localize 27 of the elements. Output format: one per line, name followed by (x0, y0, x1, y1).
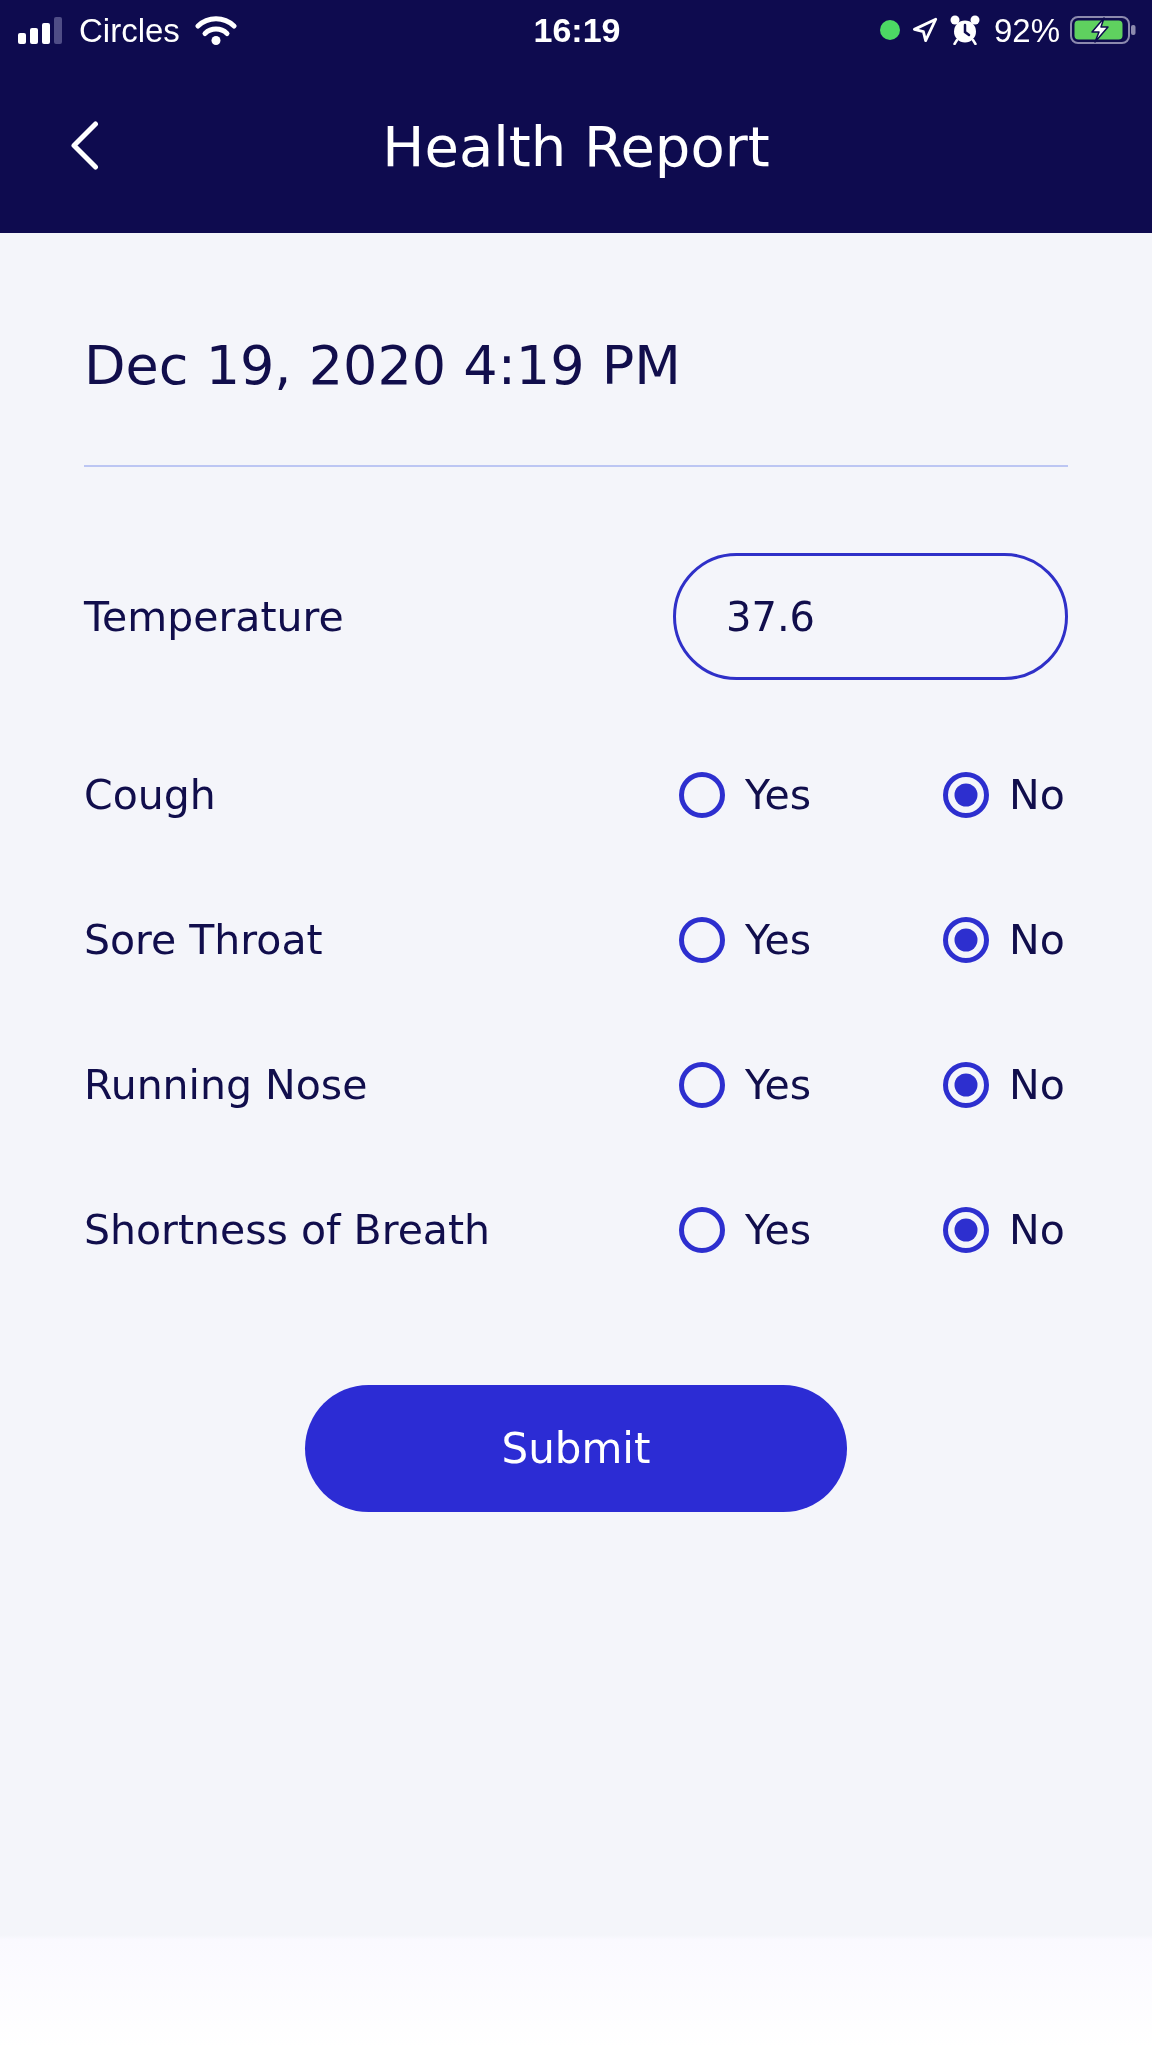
battery-percentage: 92% (993, 13, 1060, 47)
report-date: Dec 19, 2020 4:19 PM (84, 334, 681, 398)
carrier-name: Circles (79, 13, 180, 47)
status-dot-icon (879, 20, 900, 40)
symptom-label: Cough (84, 770, 216, 821)
alarm-clock-icon (949, 15, 980, 45)
symptom-label: Running Nose (84, 1060, 368, 1111)
symptom-label: Shortness of Breath (84, 1205, 491, 1256)
temperature-input[interactable]: 37.6 (673, 553, 1068, 680)
wifi-icon (194, 15, 237, 45)
battery-charging-icon (1070, 16, 1136, 44)
radio-option[interactable]: No (943, 914, 1065, 966)
temperature-label: Temperature (84, 591, 344, 643)
radio-option[interactable]: Yes (679, 914, 812, 966)
radio-option[interactable]: Yes (679, 1059, 812, 1111)
symptom-label: Sore Throat (84, 915, 323, 966)
radio-option[interactable]: Yes (679, 1204, 812, 1256)
radio-option[interactable]: No (943, 1059, 1065, 1111)
radio-option[interactable]: No (943, 769, 1065, 821)
submit-button[interactable]: Submit (305, 1385, 847, 1512)
chevron-left-icon (70, 121, 99, 170)
radio-option[interactable]: Yes (679, 769, 812, 821)
location-arrow-icon (910, 16, 938, 44)
status-time: 16:19 (533, 13, 621, 47)
radio-option[interactable]: No (943, 1204, 1065, 1256)
page-title: Health Report (382, 113, 770, 180)
signal-icon (18, 16, 64, 44)
